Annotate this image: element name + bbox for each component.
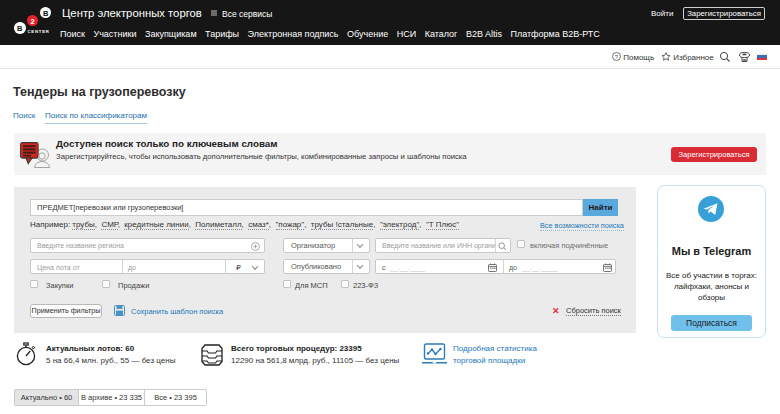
svg-text:?: ? xyxy=(615,54,619,60)
